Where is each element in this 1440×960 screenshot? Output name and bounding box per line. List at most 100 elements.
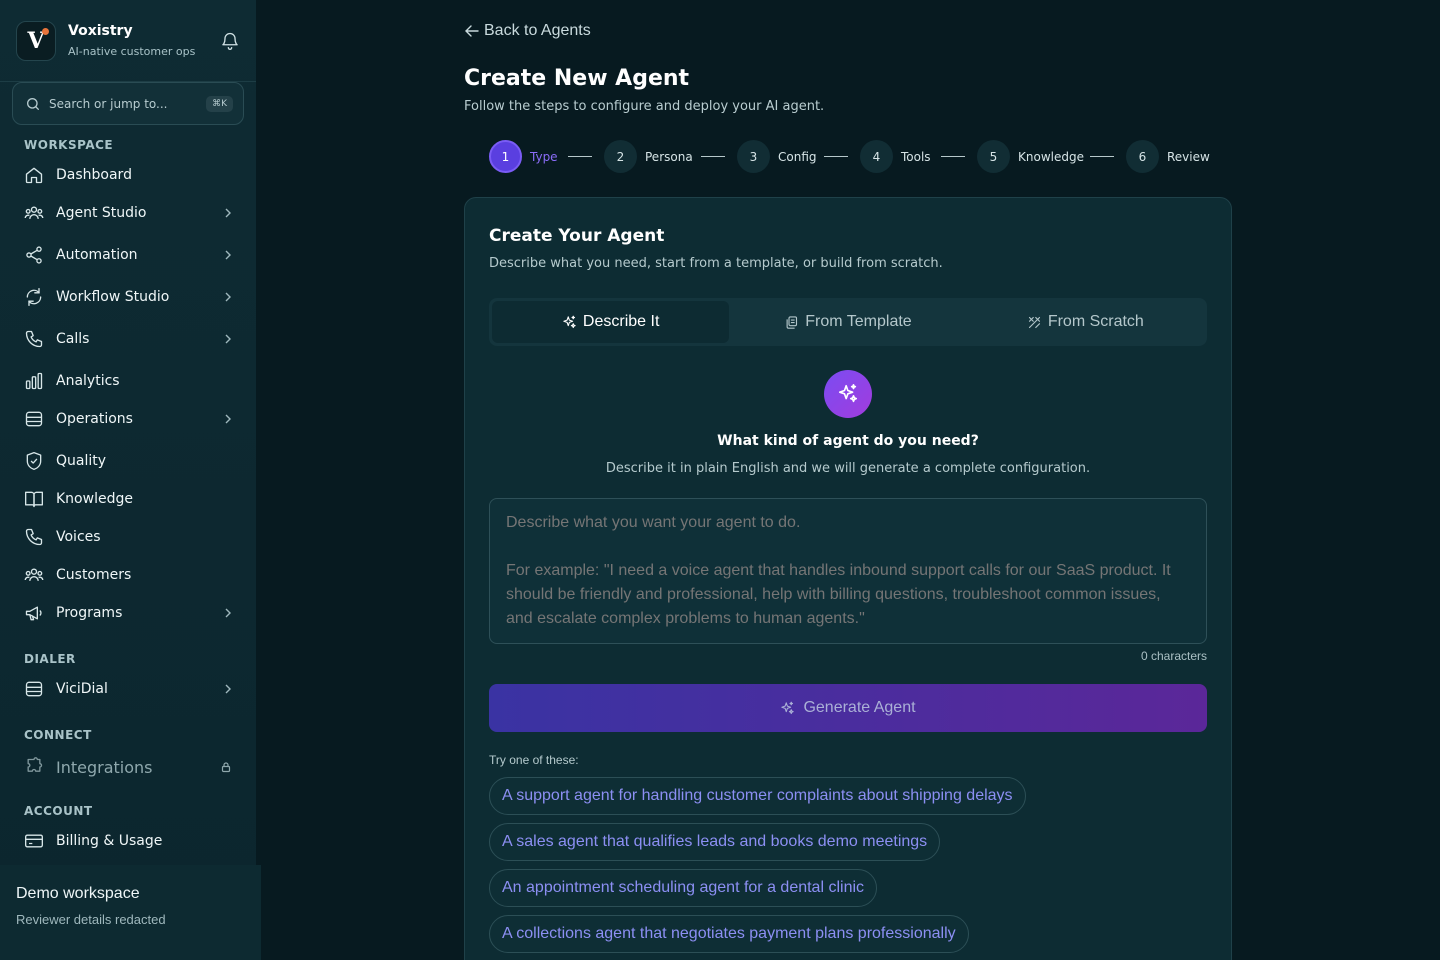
- sidebar-item-label: Workflow Studio: [56, 289, 170, 305]
- sidebar: V Voxistry AI-native customer ops Search…: [0, 0, 256, 960]
- tab-label: From Template: [805, 313, 912, 330]
- agent-description-textarea[interactable]: [489, 498, 1207, 644]
- sparkles-icon: [781, 701, 795, 714]
- step-knowledge[interactable]: 5 Knowledge: [977, 140, 1084, 173]
- refresh-icon: [26, 288, 42, 306]
- book-icon: [25, 491, 43, 508]
- search-input[interactable]: Search or jump to...: [49, 97, 206, 111]
- step-connector: [568, 156, 592, 157]
- sidebar-item-label: Programs: [56, 605, 123, 621]
- section-connect: CONNECT: [24, 728, 92, 742]
- card-subtitle: Describe what you need, start from a tem…: [489, 256, 943, 271]
- chevron-right-icon: [225, 208, 231, 218]
- chevron-right-icon: [225, 250, 231, 260]
- suggestion-chip[interactable]: A collections agent that negotiates paym…: [489, 915, 969, 953]
- page-title: Create New Agent: [464, 66, 690, 91]
- character-count: 0 characters: [1140, 649, 1207, 663]
- suggestions-label: Try one of these:: [489, 753, 579, 767]
- section-dialer: DIALER: [24, 652, 76, 666]
- generate-label: Generate Agent: [803, 699, 916, 716]
- back-to-agents-link[interactable]: Back to Agents: [464, 22, 591, 40]
- chevron-right-icon: [225, 414, 231, 424]
- suggestion-chip[interactable]: A sales agent that qualifies leads and b…: [489, 823, 941, 861]
- search-bar[interactable]: Search or jump to... ⌘K: [12, 82, 244, 125]
- arrow-left-icon: [465, 25, 479, 37]
- workspace-details: Reviewer details redacted: [16, 912, 166, 927]
- workspace-footer[interactable]: Demo workspace Reviewer details redacted: [0, 865, 261, 960]
- sidebar-item-automation[interactable]: Automation: [24, 243, 240, 267]
- tab-describe-it[interactable]: Describe It: [492, 301, 730, 343]
- step-config[interactable]: 3 Config: [737, 140, 817, 173]
- sidebar-item-agent-studio[interactable]: Agent Studio: [24, 201, 240, 225]
- brand-header: V Voxistry AI-native customer ops: [0, 0, 256, 82]
- copy-icon: [786, 315, 798, 329]
- step-persona[interactable]: 2 Persona: [604, 140, 693, 173]
- brand-logo[interactable]: V: [16, 20, 56, 61]
- brand-tagline: AI-native customer ops: [68, 45, 196, 58]
- puzzle-icon: [27, 757, 43, 772]
- sidebar-item-voices[interactable]: Voices: [24, 525, 240, 549]
- workspace-name: Demo workspace: [16, 885, 140, 902]
- prompt-question: What kind of agent do you need?: [717, 433, 979, 449]
- suggestion-chip[interactable]: A support agent for handling customer co…: [489, 777, 1026, 815]
- step-number: 3: [737, 140, 770, 173]
- stepper: 1 Type 2 Persona 3 Config 4 Tools 5 Know…: [489, 140, 1210, 173]
- step-label: Type: [530, 149, 558, 164]
- step-tools[interactable]: 4 Tools: [860, 140, 931, 173]
- brand-text: Voxistry AI-native customer ops: [68, 23, 220, 58]
- suggestion-chip[interactable]: An appointment scheduling agent for a de…: [489, 869, 878, 907]
- sidebar-item-vicidial[interactable]: ViciDial: [24, 677, 240, 701]
- phone-icon: [25, 330, 43, 348]
- generate-agent-button[interactable]: Generate Agent: [489, 684, 1207, 732]
- chevron-right-icon: [225, 334, 231, 344]
- step-label: Persona: [645, 149, 693, 164]
- creation-mode-tabs: Describe It From Template From Scratch: [489, 298, 1207, 346]
- sidebar-item-analytics[interactable]: Analytics: [24, 369, 240, 393]
- sidebar-item-integrations[interactable]: Integrations: [24, 755, 240, 779]
- sidebar-item-calls[interactable]: Calls: [24, 327, 240, 351]
- step-connector: [824, 156, 848, 157]
- step-label: Knowledge: [1018, 149, 1084, 164]
- lock-icon: [221, 762, 231, 773]
- step-connector: [701, 156, 725, 157]
- database-icon: [25, 411, 43, 427]
- step-label: Tools: [901, 149, 931, 164]
- step-connector: [941, 156, 965, 157]
- sidebar-item-label: ViciDial: [56, 681, 108, 697]
- step-label: Config: [778, 149, 817, 164]
- tab-from-template[interactable]: From Template: [729, 301, 966, 343]
- sidebar-item-dashboard[interactable]: Dashboard: [24, 163, 240, 187]
- tools-icon: [1028, 316, 1040, 328]
- chevron-right-icon: [225, 684, 231, 694]
- share-icon: [26, 246, 42, 264]
- bar-chart-icon: [25, 372, 43, 390]
- search-shortcut-badge: ⌘K: [206, 95, 233, 112]
- sidebar-item-operations[interactable]: Operations: [24, 407, 240, 431]
- users-icon: [24, 568, 44, 581]
- logo-dot: [42, 27, 49, 35]
- search-icon: [27, 97, 39, 110]
- prompt-question-sub: Describe it in plain English and we will…: [605, 461, 1091, 476]
- sidebar-item-customers[interactable]: Customers: [24, 563, 240, 587]
- step-review[interactable]: 6 Review: [1126, 140, 1210, 173]
- step-connector: [1090, 156, 1114, 157]
- credit-card-icon: [25, 834, 43, 848]
- chevron-right-icon: [225, 608, 231, 618]
- chevron-right-icon: [225, 292, 231, 302]
- server-icon: [25, 681, 43, 697]
- step-number: 5: [977, 140, 1010, 173]
- sidebar-item-label: Quality: [56, 453, 107, 469]
- bell-icon[interactable]: [220, 31, 240, 51]
- sidebar-item-label: Integrations: [56, 757, 153, 777]
- sidebar-item-knowledge[interactable]: Knowledge: [24, 487, 240, 511]
- sidebar-item-label: Voices: [56, 529, 101, 545]
- sidebar-item-workflow-studio[interactable]: Workflow Studio: [24, 285, 240, 309]
- sidebar-item-programs[interactable]: Programs: [24, 601, 240, 625]
- sidebar-item-billing[interactable]: Billing & Usage: [24, 829, 240, 853]
- sparkles-badge: [824, 370, 872, 418]
- step-number: 1: [489, 140, 522, 173]
- step-type[interactable]: 1 Type: [489, 140, 558, 173]
- tab-from-scratch[interactable]: From Scratch: [967, 301, 1204, 343]
- home-icon: [25, 167, 43, 184]
- sidebar-item-quality[interactable]: Quality: [24, 449, 240, 473]
